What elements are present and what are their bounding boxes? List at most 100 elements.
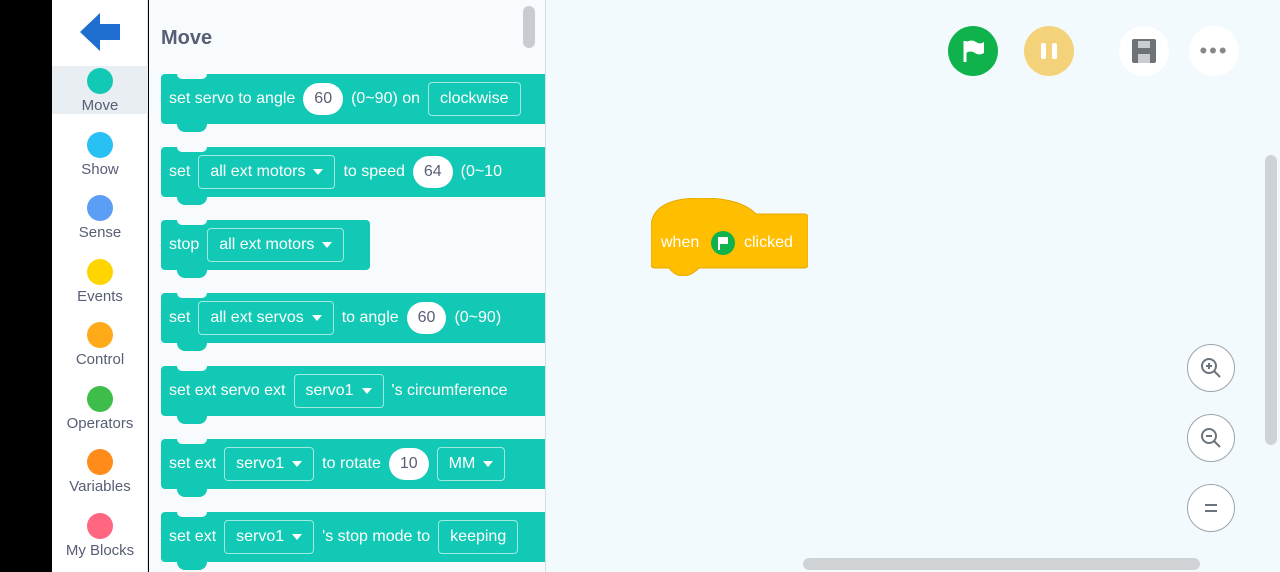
caret-down-icon bbox=[292, 533, 303, 540]
category-sense[interactable]: Sense bbox=[52, 193, 148, 241]
vertical-scrollbar[interactable] bbox=[1265, 155, 1277, 445]
dropdown-value: keeping bbox=[450, 528, 507, 545]
block-number-input[interactable]: 10 bbox=[388, 448, 429, 480]
dropdown-value: all ext motors bbox=[219, 236, 315, 253]
block-text: 's circumference bbox=[391, 382, 508, 399]
palette-block[interactable]: set ext servo1 's stop mode to keeping bbox=[161, 512, 545, 570]
category-my-blocks[interactable]: My Blocks bbox=[52, 511, 148, 559]
block-text: set ext servo ext bbox=[169, 382, 286, 399]
block-dropdown[interactable]: clockwise bbox=[428, 82, 521, 116]
category-label: Show bbox=[81, 160, 119, 178]
block-text: to angle bbox=[341, 309, 399, 326]
category-label: Variables bbox=[69, 478, 131, 495]
palette-block[interactable]: set servo to angle 60 (0~90) on clockwise bbox=[161, 74, 545, 132]
workspace[interactable]: ••• when clicked bbox=[546, 0, 1280, 572]
arrow-left-icon bbox=[80, 13, 120, 51]
palette-block[interactable]: set all ext servos to angle 60 (0~90) bbox=[161, 293, 545, 351]
zoom-in-icon bbox=[1201, 358, 1221, 378]
category-label: Events bbox=[77, 287, 123, 305]
dropdown-value: MM bbox=[448, 455, 476, 472]
more-button[interactable]: ••• bbox=[1189, 26, 1239, 76]
category-color-dot-icon bbox=[87, 131, 113, 158]
block-dropdown[interactable]: servo1 bbox=[293, 374, 384, 408]
palette-block[interactable]: set ext servo1 to rotate 10 MM bbox=[161, 439, 545, 497]
block-dropdown[interactable]: servo1 bbox=[224, 520, 315, 554]
pause-button[interactable] bbox=[1024, 26, 1074, 76]
back-button[interactable] bbox=[80, 12, 122, 52]
category-color-dot-icon bbox=[87, 385, 113, 412]
category-color-dot-icon bbox=[87, 68, 113, 94]
block-text: 's stop mode to bbox=[322, 528, 431, 545]
category-color-dot-icon bbox=[87, 195, 113, 221]
category-color-dot-icon bbox=[87, 258, 113, 285]
dropdown-value: all ext servos bbox=[210, 309, 304, 326]
caret-down-icon bbox=[483, 460, 494, 467]
block-number-input[interactable]: 64 bbox=[412, 156, 453, 188]
block-text: (0~90) bbox=[454, 309, 502, 326]
block-text: set ext bbox=[169, 455, 217, 472]
category-color-dot-icon bbox=[87, 512, 113, 539]
category-label: Control bbox=[75, 351, 125, 368]
floppy-disk-icon bbox=[1132, 39, 1156, 63]
palette-block[interactable]: set ext servo ext servo1 's circumference bbox=[161, 366, 545, 424]
caret-down-icon bbox=[292, 460, 303, 467]
block-number-input[interactable]: 60 bbox=[406, 302, 447, 334]
save-button[interactable] bbox=[1119, 26, 1169, 76]
palette-block[interactable]: stop all ext motors bbox=[161, 220, 370, 278]
green-flag-icon bbox=[963, 40, 984, 62]
category-move[interactable]: Move bbox=[52, 66, 148, 114]
block-number-input[interactable]: 60 bbox=[303, 83, 344, 115]
hat-when-label: when bbox=[661, 234, 700, 251]
palette-title: Move bbox=[161, 27, 213, 49]
category-label: Sense bbox=[78, 224, 122, 241]
dropdown-value: clockwise bbox=[440, 90, 509, 107]
category-sidebar: Move Show Sense Events Control Operators Varia… bbox=[52, 0, 148, 572]
category-label: Move bbox=[81, 97, 119, 114]
zoom-out-button[interactable] bbox=[1187, 414, 1235, 462]
block-dropdown[interactable]: all ext motors bbox=[198, 155, 336, 189]
block-dropdown[interactable]: MM bbox=[436, 447, 506, 481]
block-dropdown[interactable]: all ext motors bbox=[207, 228, 345, 262]
horizontal-scrollbar[interactable] bbox=[803, 558, 1200, 570]
zoom-in-button[interactable] bbox=[1187, 344, 1235, 392]
dropdown-value: servo1 bbox=[305, 382, 354, 399]
block-palette: Move set servo to angle 60 (0~90) on clockw… bbox=[149, 0, 546, 572]
dropdown-value: all ext motors bbox=[210, 163, 306, 180]
when-flag-clicked-block[interactable]: when clicked bbox=[651, 198, 808, 276]
equals-icon bbox=[1205, 504, 1217, 512]
category-events[interactable]: Events bbox=[52, 257, 148, 305]
block-text: set bbox=[169, 163, 191, 180]
palette-block[interactable]: set all ext motors to speed 64 (0~10 bbox=[161, 147, 545, 205]
dropdown-value: servo1 bbox=[236, 455, 285, 472]
category-operators[interactable]: Operators bbox=[52, 384, 148, 432]
category-label: My Blocks bbox=[65, 541, 135, 559]
dropdown-value: servo1 bbox=[236, 528, 285, 545]
block-text: set bbox=[169, 309, 191, 326]
reset-zoom-button[interactable] bbox=[1187, 484, 1235, 532]
palette-scrollbar[interactable] bbox=[523, 6, 535, 48]
caret-down-icon bbox=[322, 241, 333, 248]
run-button[interactable] bbox=[948, 26, 998, 76]
caret-down-icon bbox=[313, 168, 324, 175]
zoom-out-icon bbox=[1201, 428, 1221, 448]
more-dots-icon: ••• bbox=[1199, 38, 1229, 63]
green-flag-icon bbox=[711, 231, 735, 255]
block-text: set ext bbox=[169, 528, 217, 545]
caret-down-icon bbox=[311, 314, 322, 321]
category-color-dot-icon bbox=[87, 322, 113, 348]
block-text: (0~90) on bbox=[351, 90, 421, 107]
category-show[interactable]: Show bbox=[52, 130, 148, 178]
block-text: (0~10 bbox=[460, 163, 503, 180]
category-variables[interactable]: Variables bbox=[52, 447, 148, 495]
category-color-dot-icon bbox=[87, 449, 113, 475]
block-text: stop bbox=[169, 236, 200, 253]
pause-icon bbox=[1041, 43, 1057, 59]
block-dropdown[interactable]: all ext servos bbox=[198, 301, 334, 335]
hat-clicked-label: clicked bbox=[744, 234, 793, 251]
category-control[interactable]: Control bbox=[52, 320, 148, 368]
caret-down-icon bbox=[361, 387, 372, 394]
block-dropdown[interactable]: keeping bbox=[438, 520, 519, 554]
block-text: set servo to angle bbox=[169, 90, 296, 107]
block-dropdown[interactable]: servo1 bbox=[224, 447, 315, 481]
category-label: Operators bbox=[66, 414, 134, 432]
